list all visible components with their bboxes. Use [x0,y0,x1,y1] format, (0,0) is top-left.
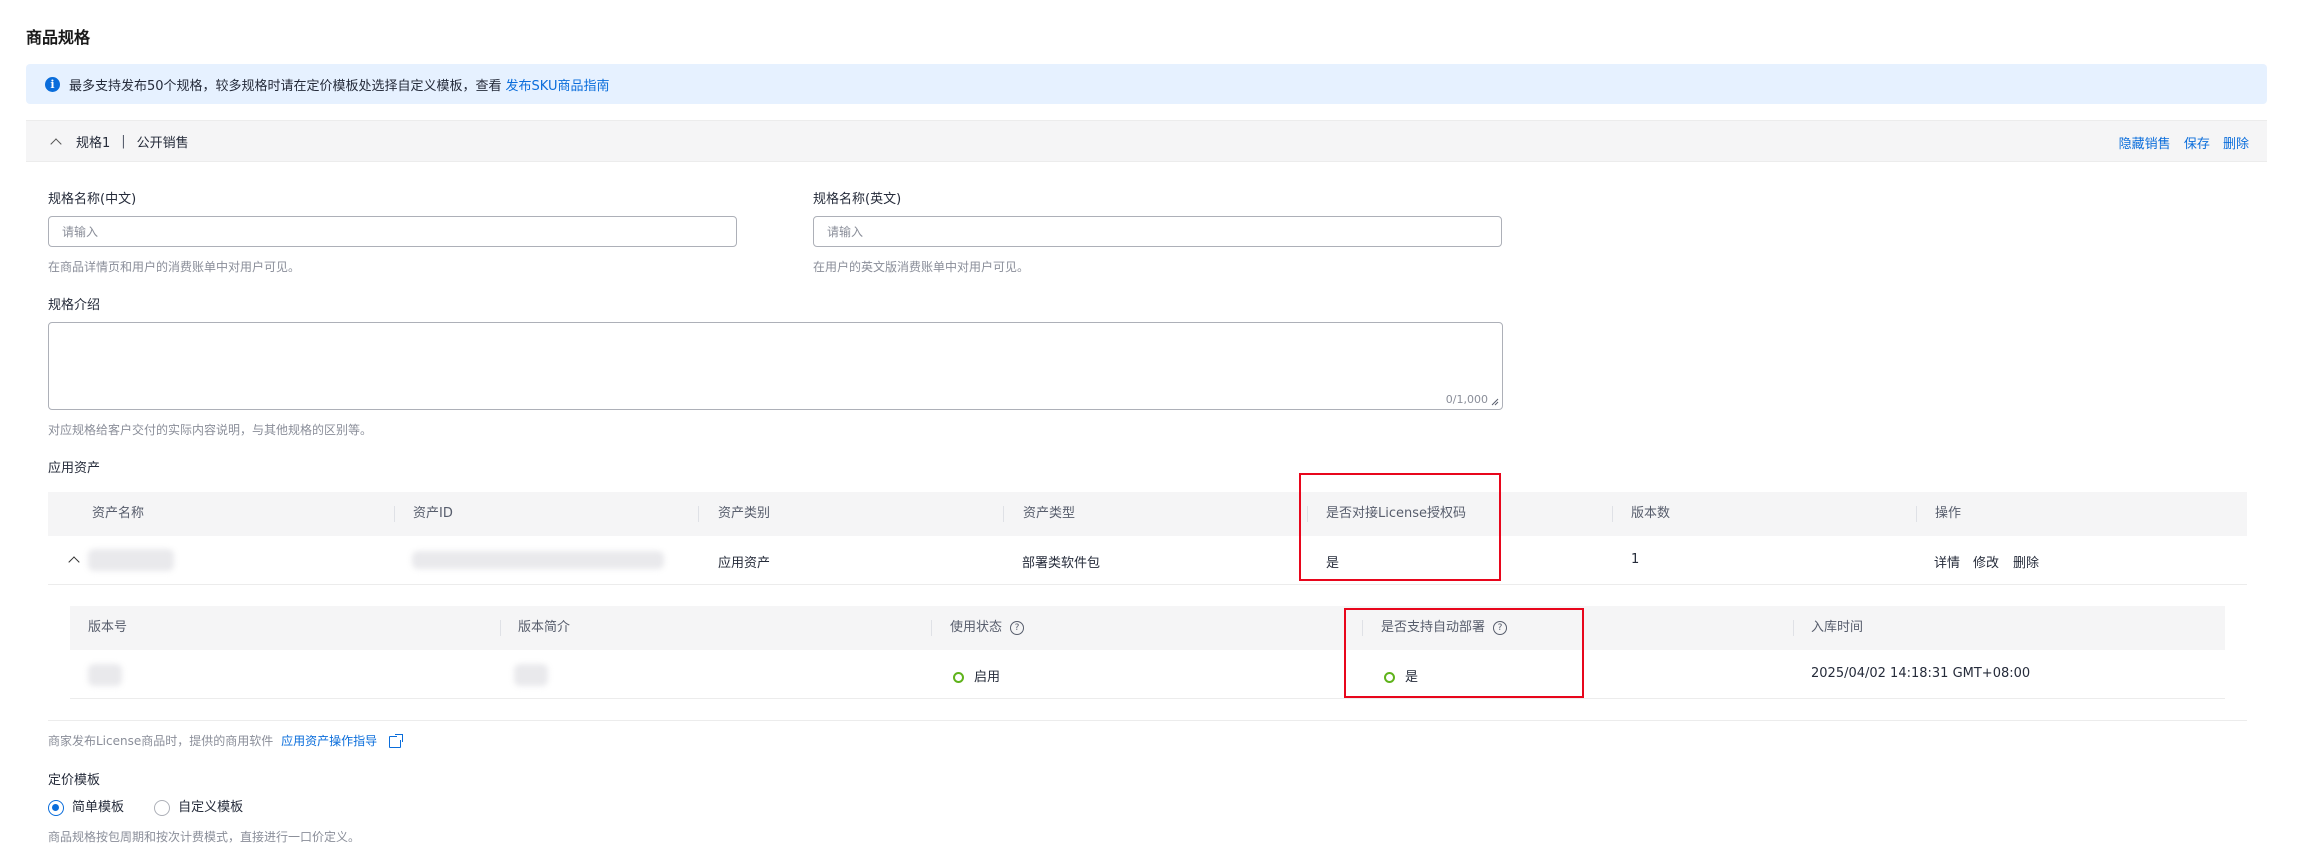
notice-banner: i 最多支持发布50个规格，较多规格时请在定价模板处选择自定义模板，查看 发布S… [26,64,2267,104]
col-divider [931,620,932,636]
info-icon: i [45,76,60,92]
name-en-input[interactable]: 请输入 [813,216,1502,247]
col-operation: 操作 [1935,506,1962,521]
col-version-count: 版本数 [1631,506,1671,521]
usage-status-cell: 启用 [953,666,1000,685]
hide-sale-link[interactable]: 隐藏销售 [2119,137,2171,152]
name-en-help: 在用户的英文版消费账单中对用户可见。 [813,260,1030,274]
col-divider [698,506,699,522]
asset-delete-link[interactable]: 删除 [2013,552,2039,571]
col-asset-category: 资产类别 [718,506,771,521]
spec-actions: 隐藏销售 保存 删除 [2110,133,2249,152]
version-intro-redacted [514,664,548,686]
col-storage-time: 入库时间 [1811,620,1864,635]
chevron-up-icon[interactable] [68,556,80,568]
assets-footer: 商家发布License商品时，提供的商用软件 应用资产操作指导 [48,732,404,749]
intro-label: 规格介绍 [48,298,101,313]
version-table-header: 版本号 版本简介 使用状态? 是否支持自动部署? 入库时间 [70,606,2225,650]
asset-name-redacted [88,549,174,571]
col-version-intro: 版本简介 [518,620,571,635]
radio-custom-label: 自定义模板 [178,800,244,815]
name-cn-input[interactable]: 请输入 [48,216,737,247]
save-link[interactable]: 保存 [2184,137,2210,152]
assets-footer-text: 商家发布License商品时，提供的商用软件 [48,734,274,748]
delete-spec-link[interactable]: 删除 [2223,137,2249,152]
radio-custom-template[interactable]: 自定义模板 [154,799,244,816]
usage-status-label: 使用状态 [950,620,1003,635]
asset-type-cell: 部署类软件包 [1022,556,1101,571]
row-divider [48,584,2247,585]
intro-textarea[interactable]: 0/1,000 [48,322,1503,410]
radio-simple-label: 简单模板 [72,800,125,815]
name-en-label: 规格名称(英文) [813,192,902,207]
spec-header-name: 规格1 [76,135,111,151]
chevron-up-icon[interactable] [50,137,62,150]
notice-text: 最多支持发布50个规格，较多规格时请在定价模板处选择自定义模板，查看 [69,78,502,94]
status-enabled-icon [953,672,964,683]
external-link-icon[interactable] [388,732,404,748]
col-divider [500,620,501,636]
name-en-placeholder: 请输入 [827,225,864,239]
pricing-options: 简单模板 自定义模板 [48,796,243,816]
col-asset-id: 资产ID [413,506,453,521]
assets-table-header: 资产名称 资产ID 资产类别 资产类型 是否对接License授权码 版本数 操… [48,492,2247,536]
license-highlight-box [1299,473,1501,581]
intro-counter: 0/1,000 [1445,393,1488,406]
asset-id-redacted [412,551,664,569]
col-usage-status: 使用状态? [950,606,1025,650]
name-cn-help: 在商品详情页和用户的消费账单中对用户可见。 [48,260,301,274]
col-divider [394,506,395,522]
assets-label: 应用资产 [48,461,101,476]
assets-guide-link[interactable]: 应用资产操作指导 [281,734,377,748]
col-asset-name: 资产名称 [92,506,145,521]
usage-status-value: 启用 [974,670,1001,685]
col-divider [1916,506,1917,522]
version-number-redacted [88,664,122,686]
radio-simple-template[interactable]: 简单模板 [48,799,128,816]
asset-edit-link[interactable]: 修改 [1973,552,1999,571]
col-asset-type: 资产类型 [1023,506,1076,521]
name-cn-placeholder: 请输入 [62,225,99,239]
sku-guide-link[interactable]: 发布SKU商品指南 [506,75,610,94]
resize-handle-icon[interactable] [1491,398,1499,406]
name-cn-label: 规格名称(中文) [48,192,137,207]
version-count-cell: 1 [1631,552,1640,567]
row-divider [70,698,2225,699]
spec-section-header[interactable]: 规格1 | 公开销售 隐藏销售 保存 删除 [26,120,2267,162]
storage-time-cell: 2025/04/02 14:18:31 GMT+08:00 [1811,666,2031,681]
intro-help: 对应规格给客户交付的实际内容说明，与其他规格的区别等。 [48,423,373,437]
radio-unselected-icon[interactable] [154,799,171,816]
question-icon[interactable]: ? [1010,620,1025,635]
col-version-number: 版本号 [88,620,128,635]
col-divider [1003,506,1004,522]
spec-header-type: 公开销售 [136,135,189,151]
page-title: 商品规格 [26,28,91,47]
row-divider [48,720,2247,721]
col-divider [1793,620,1794,636]
col-divider [1612,506,1613,522]
pricing-help: 商品规格按包周期和按次计费模式，直接进行一口价定义。 [48,830,361,844]
auto-deploy-highlight-box [1344,608,1584,698]
pricing-label: 定价模板 [48,773,101,788]
radio-selected-icon[interactable] [48,799,64,816]
asset-detail-link[interactable]: 详情 [1934,552,1960,571]
asset-category-cell: 应用资产 [718,556,771,571]
spec-header-separator: | [121,133,126,149]
